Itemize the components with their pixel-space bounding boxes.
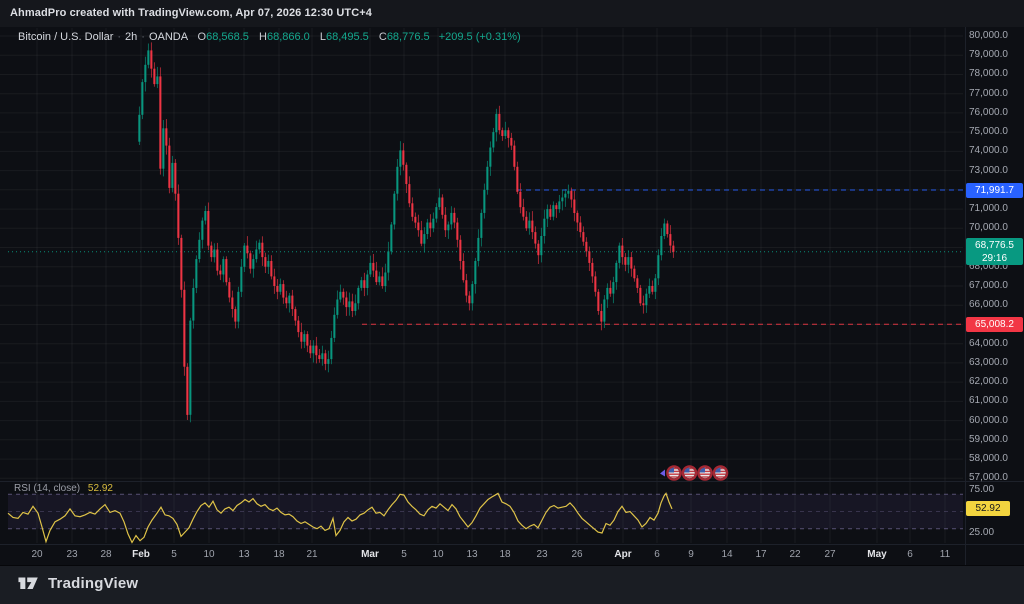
price-axis-label: 74,000.0	[969, 145, 1008, 156]
last-price-badge[interactable]: 68,776.529:16	[966, 238, 1023, 265]
tradingview-window: AhmadPro created with TradingView.com, A…	[0, 0, 1024, 604]
interval-label[interactable]: 2h	[125, 31, 137, 43]
candlestick-chart[interactable]	[0, 0, 1024, 604]
low-value: 68,495.5	[326, 31, 369, 43]
time-axis-label: May	[861, 549, 893, 560]
price-axis-label: 60,000.0	[969, 415, 1008, 426]
rsi-params: (14, close)	[33, 483, 80, 494]
economic-event-icon	[667, 466, 680, 479]
time-axis-label: 20	[21, 549, 53, 560]
time-axis-label: Apr	[607, 549, 639, 560]
price-axis-label: 80,000.0	[969, 30, 1008, 41]
time-axis-label: 10	[422, 549, 454, 560]
price-axis-label: 64,000.0	[969, 338, 1008, 349]
symbol-legend[interactable]: Bitcoin / U.S. Dollar · 2h · OANDA O68,568.5…	[18, 31, 521, 43]
rsi-axis-label: 25.00	[969, 527, 994, 538]
price-axis-label: 62,000.0	[969, 376, 1008, 387]
symbol-title[interactable]: Bitcoin / U.S. Dollar	[18, 31, 113, 43]
economic-event-icon	[683, 466, 696, 479]
economic-event-icon	[714, 466, 727, 479]
time-axis-label: 14	[711, 549, 743, 560]
time-axis-label: 6	[641, 549, 673, 560]
legend-separator: ·	[141, 31, 145, 43]
open-label: O	[198, 31, 207, 43]
upper-level-badge[interactable]: 71,991.7	[966, 183, 1023, 198]
time-axis-label: 10	[193, 549, 225, 560]
time-axis-label: Mar	[354, 549, 386, 560]
time-axis-label: 9	[675, 549, 707, 560]
price-axis-label: 78,000.0	[969, 68, 1008, 79]
economic-event-icon	[698, 466, 711, 479]
time-axis-label: 23	[56, 549, 88, 560]
price-axis-label: 58,000.0	[969, 453, 1008, 464]
price-axis-label: 70,000.0	[969, 222, 1008, 233]
time-axis-label: 6	[894, 549, 926, 560]
lower-level-badge[interactable]: 65,008.2	[966, 317, 1023, 332]
high-value: 68,866.0	[267, 31, 310, 43]
price-axis-label: 67,000.0	[969, 280, 1008, 291]
time-axis-label: 5	[158, 549, 190, 560]
time-axis-label: 22	[779, 549, 811, 560]
time-axis-label: 27	[814, 549, 846, 560]
price-axis-label: 73,000.0	[969, 165, 1008, 176]
price-axis-label: 71,000.0	[969, 203, 1008, 214]
price-axis-label: 77,000.0	[969, 88, 1008, 99]
close-value: 68,776.5	[387, 31, 430, 43]
price-axis-label: 59,000.0	[969, 434, 1008, 445]
rsi-value-badge[interactable]: 52.92	[966, 501, 1010, 516]
time-axis-label: 21	[296, 549, 328, 560]
purple-arrow-marker	[660, 470, 665, 477]
time-axis-label: 23	[526, 549, 558, 560]
legend-separator: ·	[117, 31, 121, 43]
change-value: +209.5 (+0.31%)	[439, 31, 521, 43]
time-axis-label: 18	[489, 549, 521, 560]
high-label: H	[259, 31, 267, 43]
price-axis-label: 76,000.0	[969, 107, 1008, 118]
close-label: C	[379, 31, 387, 43]
rsi-value: 52.92	[88, 483, 113, 494]
time-axis-label: 18	[263, 549, 295, 560]
price-axis-label: 57,000.0	[969, 472, 1008, 483]
time-axis-label: 26	[561, 549, 593, 560]
price-axis-label: 61,000.0	[969, 395, 1008, 406]
rsi-legend[interactable]: RSI (14, close) 52.92	[14, 483, 113, 494]
time-axis-label: 17	[745, 549, 777, 560]
time-axis-label: 5	[388, 549, 420, 560]
time-axis-label: 13	[228, 549, 260, 560]
time-axis-label: 28	[90, 549, 122, 560]
rsi-axis-label: 75.00	[969, 484, 994, 495]
rsi-name[interactable]: RSI	[14, 483, 31, 494]
exchange-label[interactable]: OANDA	[149, 31, 188, 43]
price-axis-label: 75,000.0	[969, 126, 1008, 137]
price-axis-label: 79,000.0	[969, 49, 1008, 60]
time-axis-label: Feb	[125, 549, 157, 560]
open-value: 68,568.5	[206, 31, 249, 43]
time-axis-label: 11	[929, 549, 961, 560]
price-axis-label: 66,000.0	[969, 299, 1008, 310]
price-axis-label: 63,000.0	[969, 357, 1008, 368]
time-axis-label: 13	[456, 549, 488, 560]
